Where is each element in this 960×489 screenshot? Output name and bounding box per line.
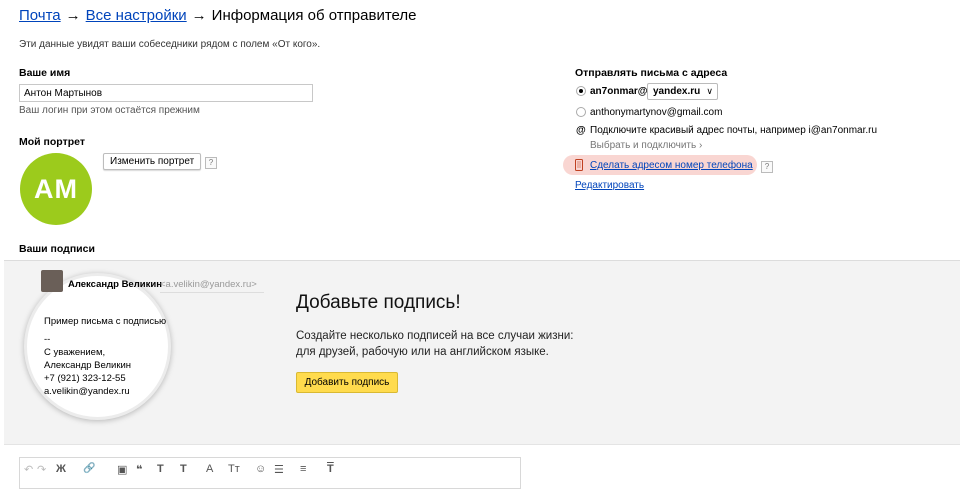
change-portrait-button[interactable]: Изменить портрет [103, 153, 202, 170]
breadcrumb-mail-link[interactable]: Почта [19, 7, 61, 24]
choose-link[interactable]: Выбрать и подключить › [590, 140, 702, 151]
portrait-label: Мой портрет [19, 136, 85, 148]
clear-format-icon[interactable]: T [327, 463, 334, 475]
example-line: С уважением, [44, 347, 106, 358]
domain-select[interactable]: yandex.ru ∨ [647, 83, 718, 100]
connect-text: Подключите красивый адрес почты, наприме… [590, 125, 878, 136]
radio-yandex[interactable] [576, 86, 586, 96]
breadcrumb-arrow: → [65, 7, 81, 24]
signature-desc-line2: для друзей, рабочую или на английском яз… [296, 346, 549, 358]
example-line: -- [44, 334, 51, 345]
help-icon[interactable]: ? [761, 161, 773, 173]
font-size-icon[interactable]: Tт [228, 463, 240, 475]
sender-name: Александр Великин [68, 279, 162, 290]
chevron-right-icon: › [698, 140, 703, 151]
phone-icon [575, 159, 583, 171]
breadcrumb-arrow: → [191, 7, 207, 24]
avatar: AM [20, 153, 92, 225]
signatures-label: Ваши подписи [19, 243, 95, 255]
example-line: Пример письма с подписью [44, 316, 167, 327]
bold-icon[interactable]: Ж [56, 463, 66, 475]
image-icon[interactable]: ▣ [117, 463, 127, 476]
help-icon[interactable]: ? [205, 157, 217, 169]
login-text: an7onmar@ [590, 86, 648, 97]
name-hint: Ваш логин при этом остаётся прежним [19, 105, 200, 116]
at-icon: @ [576, 125, 586, 136]
add-signature-button[interactable]: Добавить подпись [296, 372, 398, 393]
link-icon[interactable]: 🔗 [83, 463, 95, 474]
sender-email: <a.velikin@yandex.ru> [160, 279, 257, 290]
intro-text: Эти данные увидят ваши собеседники рядом… [19, 39, 321, 50]
list-icon[interactable]: ☰ [274, 463, 284, 476]
name-label: Ваше имя [19, 67, 71, 79]
undo-icon[interactable]: ↶ [24, 463, 33, 476]
choose-link-label: Выбрать и подключить [590, 140, 697, 151]
add-signature-title: Добавьте подпись! [296, 292, 461, 313]
sender-avatar [41, 270, 63, 292]
quote-icon[interactable]: ❝ [136, 463, 142, 476]
breadcrumb: Почта → Все настройки → Информация об отправ… [19, 7, 416, 24]
page-title: Информация об отправителе [211, 7, 417, 24]
example-line: a.velikin@yandex.ru [44, 386, 130, 397]
breadcrumb-settings-link[interactable]: Все настройки [86, 7, 187, 24]
example-line: +7 (921) 323-12-55 [44, 373, 126, 384]
emoji-icon[interactable]: ☺ [255, 463, 266, 475]
redo-icon[interactable]: ↷ [37, 463, 46, 476]
name-input[interactable] [19, 84, 313, 102]
chevron-down-icon: ∨ [706, 86, 713, 96]
align-icon[interactable]: ≡ [300, 463, 306, 475]
format-icon[interactable]: T [180, 463, 187, 475]
example-line: Александр Великин [44, 360, 132, 371]
phone-address-link[interactable]: Сделать адресом номер телефона [590, 160, 753, 171]
divider [160, 292, 264, 293]
font-color-icon[interactable]: A [206, 463, 213, 475]
radio-gmail[interactable] [576, 107, 586, 117]
signature-desc-line1: Создайте несколько подписей на все случа… [296, 330, 574, 342]
text-icon[interactable]: T [157, 463, 164, 475]
send-from-label: Отправлять письма с адреса [575, 67, 728, 79]
gmail-option: anthonymartynov@gmail.com [590, 107, 723, 118]
edit-link[interactable]: Редактировать [575, 180, 644, 191]
domain-value: yandex.ru [653, 86, 701, 97]
